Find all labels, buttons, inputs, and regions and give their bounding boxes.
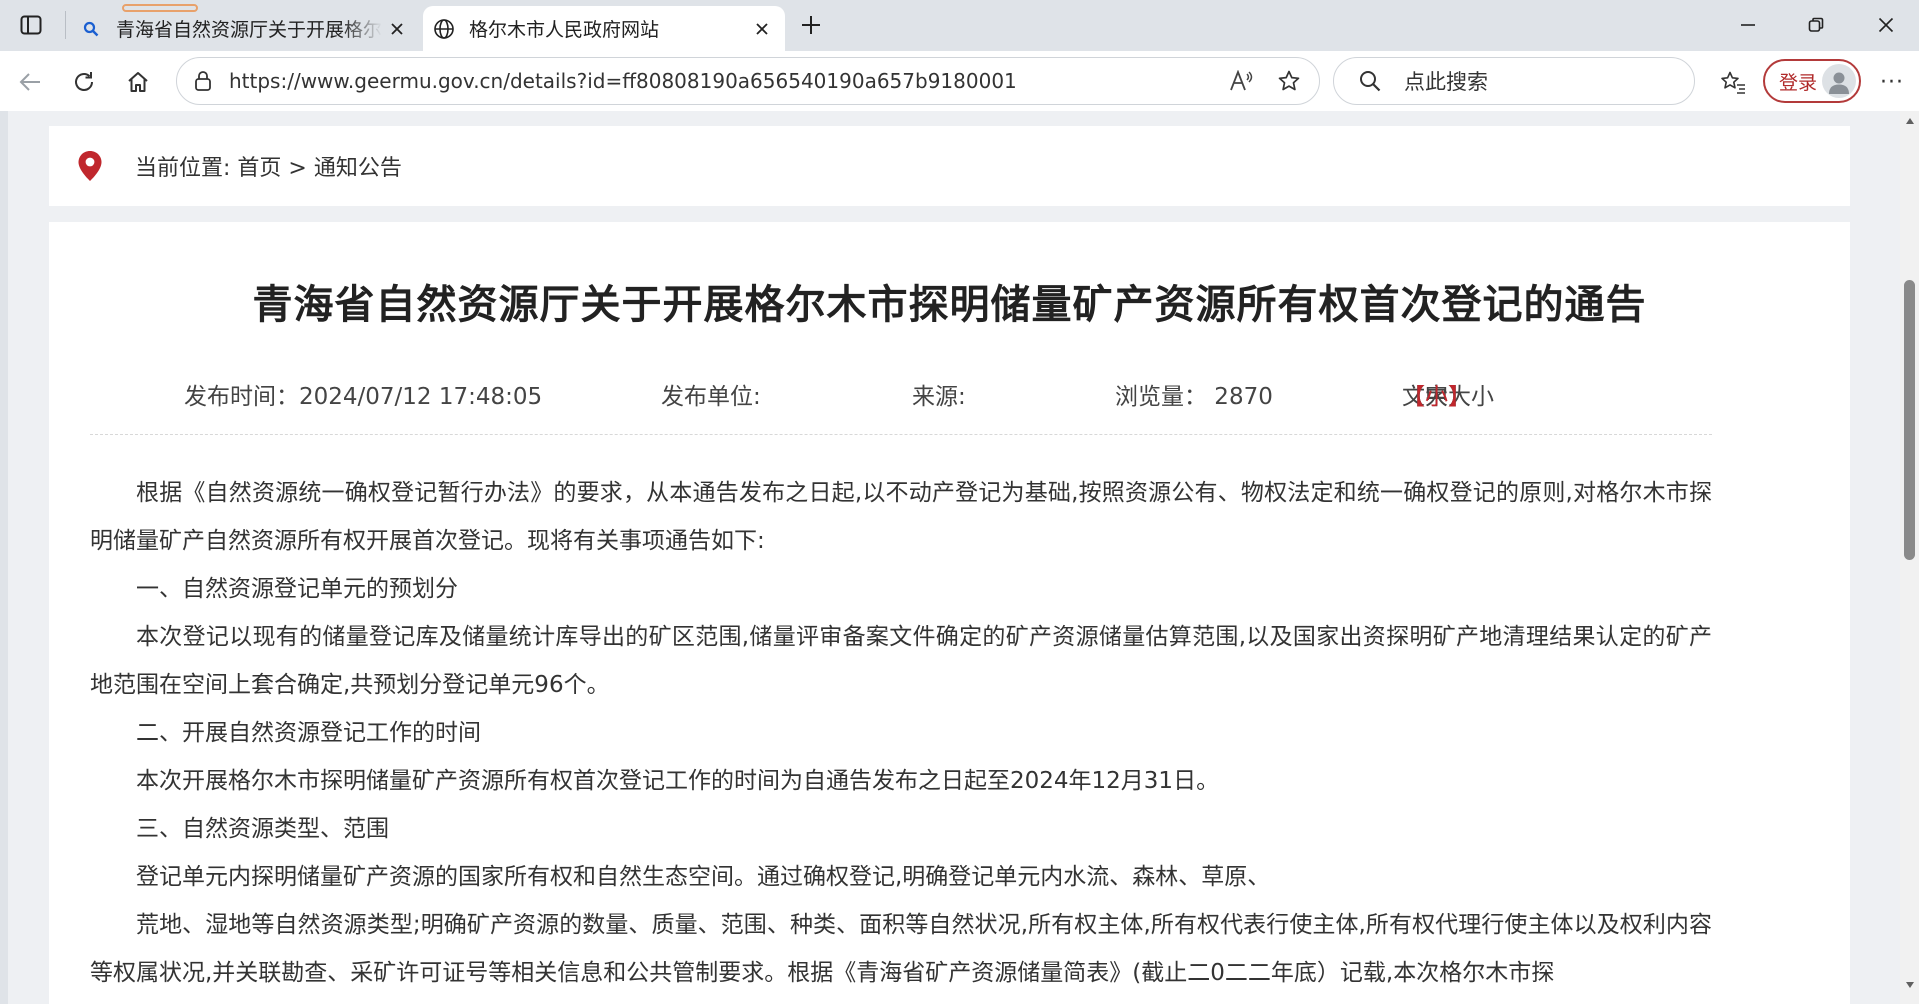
tab-geermu-gov[interactable]: 格尔木市人民政府网站 [423, 6, 785, 51]
search-box[interactable]: 点此搜索 [1333, 57, 1695, 105]
restore-icon [1808, 17, 1824, 32]
article-meta: 发布时间：2024/07/12 17:48:05 发布单位: 来源: 浏览量： … [49, 377, 1850, 411]
restore-button[interactable] [1788, 6, 1844, 44]
scrollbar-thumb[interactable] [1904, 280, 1915, 560]
sidebar-icon [20, 15, 42, 35]
avatar [1822, 64, 1856, 98]
search-icon [80, 18, 102, 40]
divider [90, 434, 1712, 435]
paragraph: 根据《自然资源统一确权登记暂行办法》的要求，从本通告发布之日起,以不动产登记为基… [90, 480, 1712, 554]
section-heading: 二、开展自然资源登记工作的时间 [136, 720, 481, 746]
scroll-up-arrow-icon[interactable] [1904, 116, 1915, 126]
paragraph: 本次登记以现有的储量登记库及储量统计库导出的矿区范围,储量评审备案文件确定的矿产… [90, 624, 1712, 698]
section-heading: 一、自然资源登记单元的预划分 [136, 576, 458, 602]
paragraph: 本次开展格尔木市探明储量矿产资源所有权首次登记工作的时间为自通告发布之日起至20… [136, 768, 1220, 794]
favorites-list-icon [1721, 71, 1745, 94]
arrow-left-icon [19, 73, 40, 91]
plus-icon [802, 16, 820, 34]
tab-title: 格尔木市人民政府网站 [469, 19, 660, 41]
tab-group-indicator [122, 4, 198, 12]
tab-separator [65, 11, 66, 39]
login-label: 登录 [1779, 71, 1818, 94]
font-size-small-button[interactable]: 【小】 [1402, 377, 1471, 411]
location-pin-icon [75, 149, 105, 183]
scroll-down-arrow-icon[interactable] [1904, 980, 1915, 990]
back-button[interactable] [10, 62, 50, 102]
section-heading: 三、自然资源类型、范围 [136, 816, 389, 842]
scrollbar-track-area [1900, 280, 1919, 560]
paragraph: 荒地、湿地等自然资源类型;明确矿产资源的数量、质量、范围、种类、面积等自然状况,… [90, 912, 1712, 986]
page-viewport: 当前位置: 首页 > 通知公告 青海省自然资源厅关于开展格尔木市探明储量矿产资源… [0, 111, 1900, 1004]
reload-button[interactable] [64, 62, 104, 102]
publish-unit: 发布单位: [661, 384, 761, 410]
window-close-button[interactable] [1858, 6, 1914, 44]
star-icon[interactable] [1271, 63, 1307, 99]
user-icon [1829, 72, 1849, 94]
article-body: 根据《自然资源统一确权登记暂行办法》的要求，从本通告发布之日起,以不动产登记为基… [90, 469, 1712, 997]
read-aloud-icon[interactable] [1223, 63, 1259, 99]
close-icon[interactable] [382, 14, 412, 44]
close-icon[interactable] [747, 14, 777, 44]
address-bar[interactable]: https://www.geermu.gov.cn/details?id=ff8… [176, 57, 1320, 105]
minimize-button[interactable] [1720, 6, 1776, 44]
breadcrumb: 当前位置: 首页 > 通知公告 [49, 126, 1850, 206]
source: 来源: [912, 384, 966, 410]
url-text[interactable]: https://www.geermu.gov.cn/details?id=ff8… [229, 69, 1223, 93]
tab-title: 青海省自然资源厅关于开展格尔木 [116, 19, 382, 41]
more-menu-button[interactable]: ··· [1872, 62, 1912, 102]
tab-actions-button[interactable] [12, 10, 50, 40]
globe-icon [433, 18, 455, 40]
home-button[interactable] [118, 62, 158, 102]
close-icon [1878, 17, 1894, 33]
publish-time: 发布时间：2024/07/12 17:48:05 [184, 384, 543, 410]
search-placeholder: 点此搜索 [1404, 70, 1488, 94]
login-button[interactable]: 登录 [1763, 59, 1861, 103]
reload-icon [75, 72, 93, 91]
home-icon [128, 72, 148, 92]
tab-strip: 青海省自然资源厅关于开展格尔木 格尔木市人民政府网站 [0, 0, 1919, 51]
paragraph: 登记单元内探明储量矿产资源的国家所有权和自然生态空间。通过确权登记,明确登记单元… [136, 864, 1271, 890]
view-count: 浏览量： 2870 [1115, 384, 1273, 410]
breadcrumb-text[interactable]: 当前位置: 首页 > 通知公告 [135, 150, 402, 182]
minimize-icon [1741, 24, 1755, 26]
new-tab-button[interactable] [795, 9, 827, 41]
lock-icon[interactable] [191, 69, 215, 93]
browser-toolbar: https://www.geermu.gov.cn/details?id=ff8… [0, 51, 1919, 111]
favorites-button[interactable] [1713, 62, 1753, 102]
more-icon: ··· [1880, 69, 1904, 95]
search-icon [1356, 67, 1384, 95]
tab-notice[interactable]: 青海省自然资源厅关于开展格尔木 [70, 6, 420, 51]
page-title: 青海省自然资源厅关于开展格尔木市探明储量矿产资源所有权首次登记的通告 [252, 282, 1647, 328]
